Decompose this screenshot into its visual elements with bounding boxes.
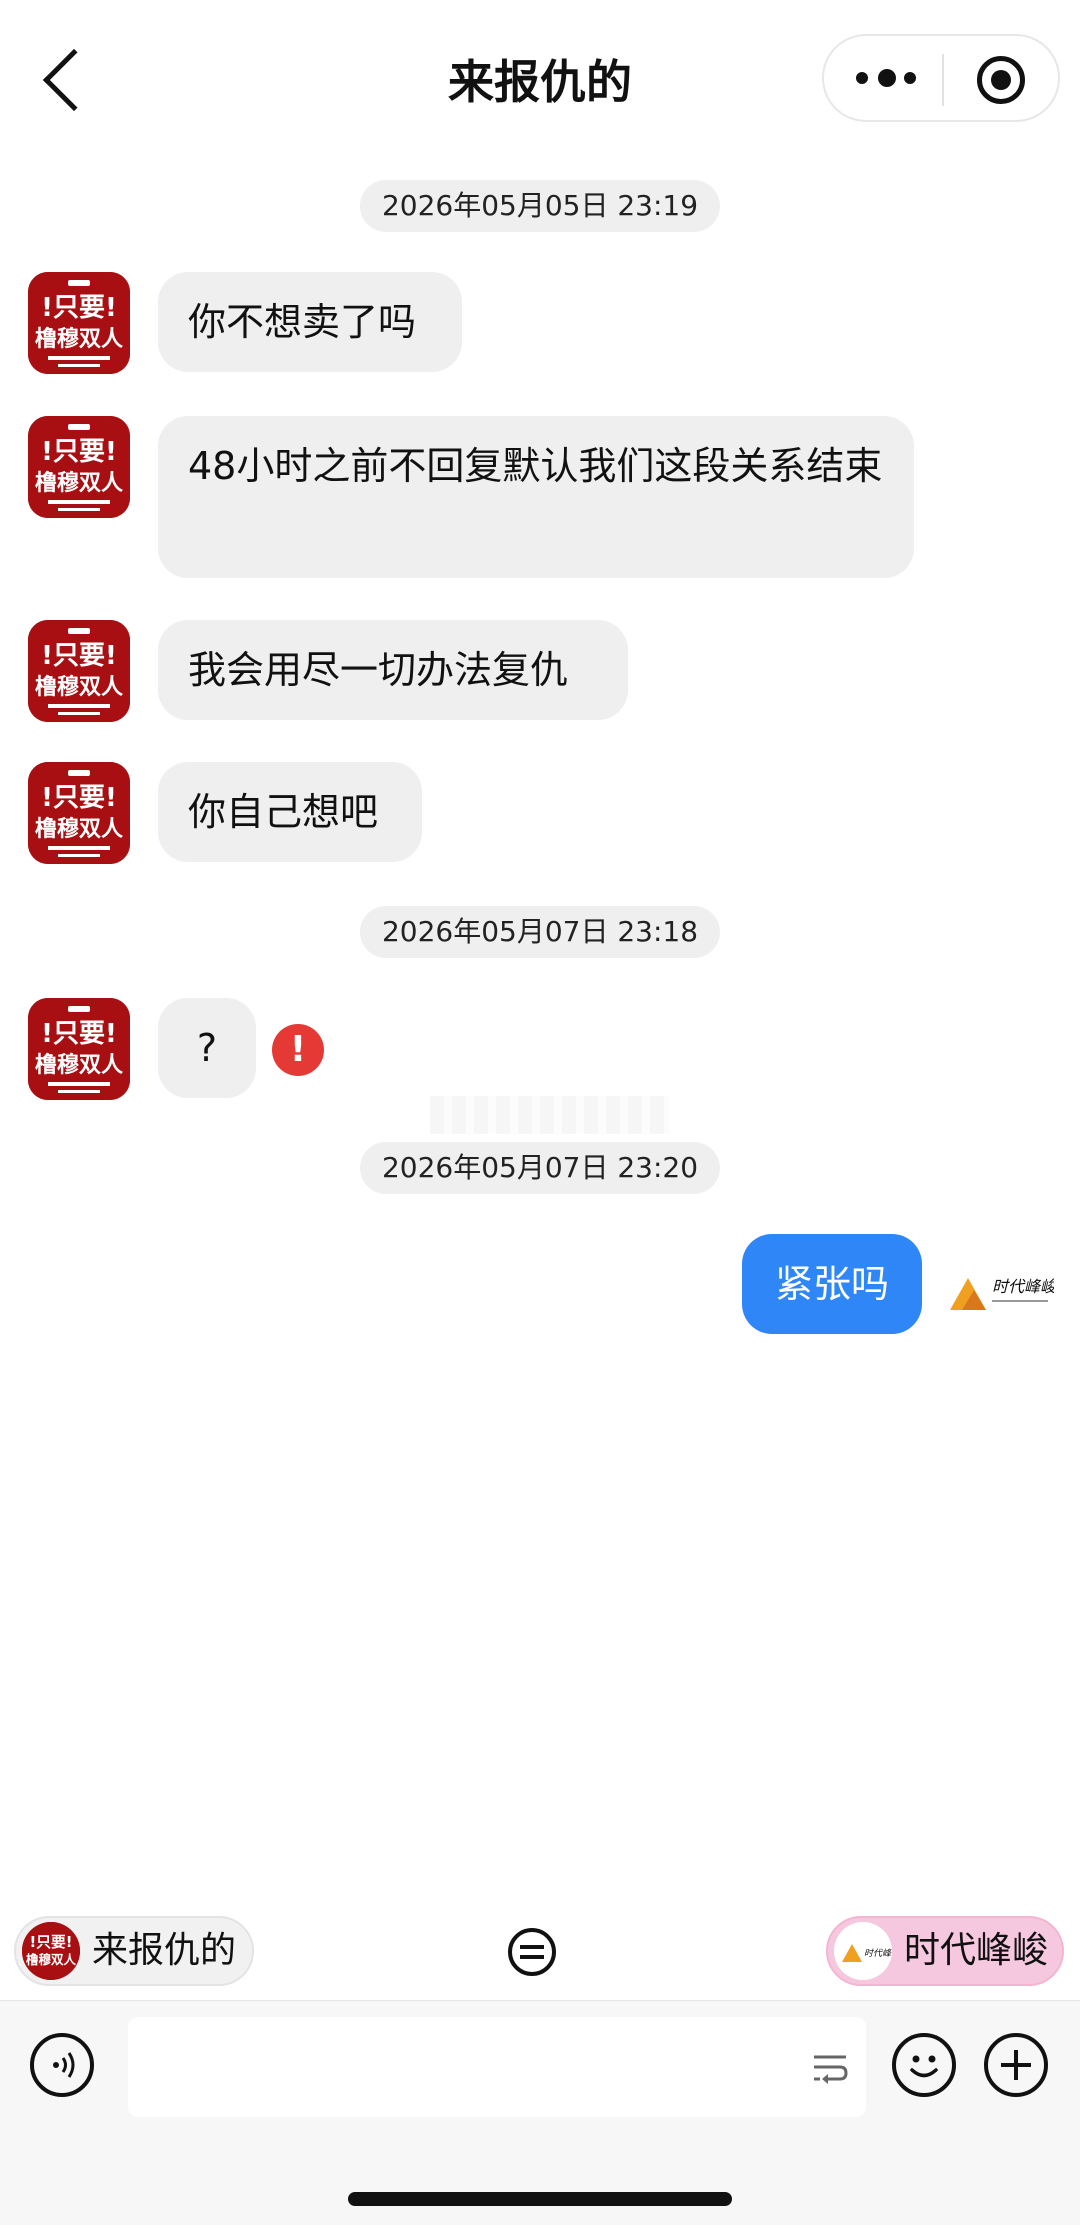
my-avatar-text: 时代峰峻 (992, 1277, 1054, 1296)
message-bubble[interactable]: 你不想卖了吗 (158, 272, 462, 372)
svg-text:橹穆双人: 橹穆双人 (35, 674, 123, 700)
avatar-image: !只要! 橹穆双人 (28, 272, 130, 374)
avatar-top-text: !只要! (41, 293, 117, 323)
svg-text:!只要!: !只要! (41, 437, 117, 467)
avatar-bottom-text: 橹穆双人 (35, 326, 123, 352)
more-dots-icon[interactable] (856, 68, 920, 90)
exclamation-icon[interactable]: ! (272, 1024, 324, 1076)
avatar: !只要! 橹穆双人 (22, 1922, 80, 1980)
plus-icon[interactable] (984, 2033, 1048, 2097)
swap-icon[interactable] (508, 1928, 556, 1976)
wrap-icon[interactable] (810, 2047, 850, 2087)
message-bubble[interactable]: 你自己想吧 (158, 762, 422, 862)
avatar[interactable]: !只要! 橹穆双人 (28, 620, 130, 722)
svg-text:时代峰峻: 时代峰峻 (864, 1948, 892, 1959)
message-bubble[interactable]: 我会用尽一切办法复仇 (158, 620, 628, 720)
avatar[interactable]: !只要! 橹穆双人 (28, 998, 130, 1100)
message-bubble[interactable]: 48小时之前不回复默认我们这段关系结束 (158, 416, 914, 578)
svg-text:!只要!: !只要! (41, 1019, 117, 1049)
avatar[interactable]: !只要! 橹穆双人 (28, 272, 130, 374)
svg-text:橹穆双人: 橹穆双人 (35, 816, 123, 842)
voice-icon[interactable] (30, 2033, 94, 2097)
avatar[interactable]: !只要! 橹穆双人 (28, 416, 130, 518)
capsule-divider (942, 54, 944, 106)
svg-text:!只要!: !只要! (41, 641, 117, 671)
chat-header: 来报仇的 (0, 0, 1080, 160)
timestamp: 2026年05月05日 23:19 (359, 180, 721, 232)
home-indicator[interactable] (348, 2192, 732, 2206)
blurred-text (430, 1096, 670, 1134)
svg-text:!只要!: !只要! (30, 1934, 73, 1951)
account-chip-right[interactable]: 时代峰峻 时代峰峻 (826, 1916, 1064, 1986)
mini-program-capsule (822, 34, 1060, 122)
my-avatar[interactable]: 时代峰峻 (944, 1240, 1058, 1320)
timestamp: 2026年05月07日 23:18 (359, 906, 721, 958)
svg-text:橹穆双人: 橹穆双人 (35, 470, 123, 496)
avatar[interactable]: !只要! 橹穆双人 (28, 762, 130, 864)
my-avatar: 时代峰峻 (834, 1922, 892, 1980)
message-bubble[interactable]: ? (158, 998, 256, 1098)
chip-label: 时代峰峻 (904, 1930, 1049, 1971)
svg-text:!只要!: !只要! (41, 783, 117, 813)
account-chip-left[interactable]: !只要! 橹穆双人 来报仇的 (14, 1916, 254, 1986)
svg-text:橹穆双人: 橹穆双人 (26, 1952, 77, 1967)
timestamp: 2026年05月07日 23:20 (359, 1142, 721, 1194)
emoji-icon[interactable] (892, 2033, 956, 2097)
svg-text:橹穆双人: 橹穆双人 (35, 1052, 123, 1078)
message-input[interactable] (128, 2017, 866, 2117)
my-message-bubble[interactable]: 紧张吗 (742, 1234, 922, 1334)
target-icon[interactable] (977, 56, 1025, 104)
chip-label: 来报仇的 (92, 1930, 237, 1971)
